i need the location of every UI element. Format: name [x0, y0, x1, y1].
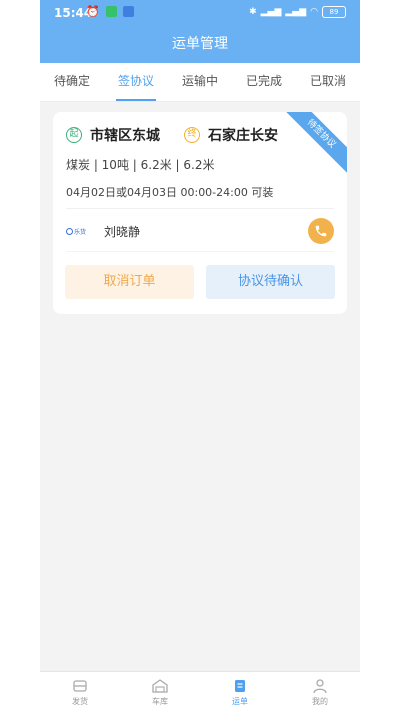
tab-pending[interactable]: 待确定: [40, 63, 104, 101]
phone-icon: [315, 225, 327, 237]
contact-row: 乐货 刘晓静: [66, 216, 334, 246]
origin-pin-icon: 起: [66, 127, 82, 143]
garage-icon: [152, 679, 168, 693]
app-screen: 15:44 ⏰ ✱ ▂▄▆ ▂▄▆ ◠ 89 运单管理 待确定 签协议 运输中 …: [40, 0, 360, 711]
alarm-icon: ⏰: [86, 5, 100, 18]
bluetooth-icon: ✱: [249, 7, 257, 17]
ship-goods-icon: [73, 680, 87, 692]
tabbar-item-waybill[interactable]: 运单: [200, 672, 280, 711]
contact-name: 刘晓静: [104, 224, 141, 239]
cargo-info: 煤炭 | 10吨 | 6.2米 | 6.2米: [66, 158, 215, 172]
tab-sign-agreement[interactable]: 签协议: [104, 63, 168, 101]
divider: [66, 251, 334, 252]
agreement-pending-button[interactable]: 协议待确认: [206, 265, 335, 299]
wifi-icon: ◠: [310, 7, 318, 17]
tabbar-item-garage[interactable]: 车库: [120, 672, 200, 711]
order-card[interactable]: 待签协议 起 市辖区东城 终 石家庄长安 煤炭 | 10吨 | 6.2米 | 6…: [53, 112, 347, 314]
call-button[interactable]: [308, 218, 334, 244]
destination-city: 石家庄长安: [208, 128, 278, 144]
message-notification-icon: [122, 6, 134, 17]
signal-icon: ▂▄▆: [260, 7, 282, 17]
tab-in-transit[interactable]: 运输中: [168, 63, 232, 101]
profile-icon: [313, 679, 327, 694]
route: 起 市辖区东城 终 石家庄长安: [66, 125, 278, 145]
header: 15:44 ⏰ ✱ ▂▄▆ ▂▄▆ ◠ 89 运单管理: [40, 0, 360, 63]
divider: [66, 208, 334, 209]
tab-cancelled[interactable]: 已取消: [296, 63, 360, 101]
tabbar-item-profile[interactable]: 我的: [280, 672, 360, 711]
origin-city: 市辖区东城: [90, 128, 160, 144]
loading-schedule: 04月02日或04月03日 00:00-24:00 可装: [66, 186, 274, 199]
battery-icon: 89: [322, 6, 346, 18]
cancel-order-button[interactable]: 取消订单: [65, 265, 194, 299]
signal-icon-2: ▂▄▆: [285, 7, 307, 17]
tabbar-item-ship[interactable]: 发货: [40, 672, 120, 711]
page-title: 运单管理: [172, 36, 228, 52]
status-bar: 15:44 ⏰ ✱ ▂▄▆ ▂▄▆ ◠ 89: [40, 0, 360, 26]
status-badge: 待签协议: [280, 112, 347, 175]
order-tabs: 待确定 签协议 运输中 已完成 已取消: [40, 63, 360, 102]
tab-completed[interactable]: 已完成: [232, 63, 296, 101]
destination-pin-icon: 终: [184, 127, 200, 143]
waybill-icon: [235, 680, 245, 692]
bottom-tabbar: 发货 车库 运单 我的: [40, 671, 360, 711]
company-logo: 乐货: [66, 225, 90, 237]
app-notification-icon: [105, 6, 117, 17]
